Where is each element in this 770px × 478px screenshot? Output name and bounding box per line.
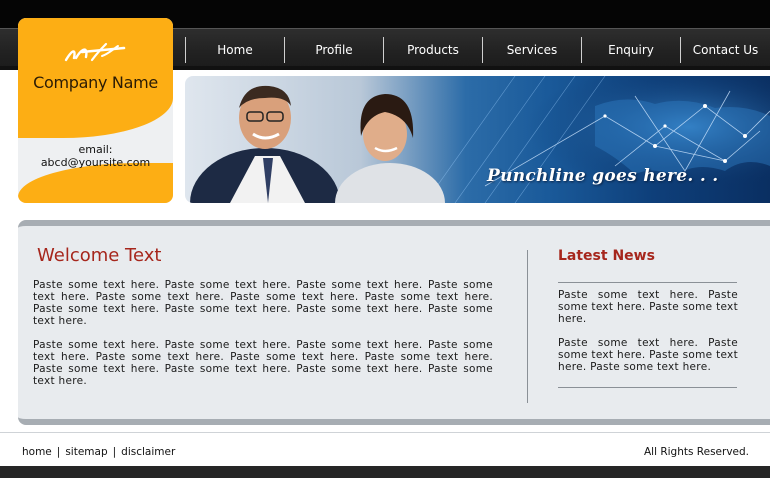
email-address[interactable]: abcd@yoursite.com (18, 156, 173, 169)
welcome-paragraph-1: Paste some text here. Paste some text he… (33, 279, 493, 327)
news-item: Paste some text here. Paste some text he… (558, 337, 738, 373)
nav-item-contact-us[interactable]: Contact Us (680, 37, 770, 63)
footer-link-home[interactable]: home (22, 446, 52, 458)
footer-separator: | (112, 446, 117, 458)
nav-item-products[interactable]: Products (383, 37, 482, 63)
news-divider-top (558, 282, 737, 283)
footer-link-disclaimer[interactable]: disclaimer (121, 446, 175, 458)
welcome-title: Welcome Text (37, 245, 162, 266)
banner-punchline: Punchline goes here. . . (487, 166, 719, 186)
copyright-text: All Rights Reserved. (643, 446, 749, 458)
footer-separator: | (56, 446, 61, 458)
footer-link-sitemap[interactable]: sitemap (65, 446, 107, 458)
nav-item-enquiry[interactable]: Enquiry (581, 37, 680, 63)
logo-card: Company Name email: abcd@yoursite.com (18, 18, 173, 203)
news-item: Paste some text here. Paste some text he… (558, 289, 738, 325)
main-nav: Home Profile Products Services Enquiry C… (185, 37, 770, 63)
column-divider (527, 250, 528, 403)
bottom-strip (0, 466, 770, 478)
footer-links: home | sitemap | disclaimer (22, 446, 175, 458)
nav-item-home[interactable]: Home (185, 37, 284, 63)
company-name: Company Name (33, 73, 158, 92)
news-title: Latest News (558, 248, 655, 264)
welcome-paragraph-2: Paste some text here. Paste some text he… (33, 339, 493, 387)
logo-bottom-swoosh (18, 163, 173, 203)
nav-item-services[interactable]: Services (482, 37, 581, 63)
nav-item-profile[interactable]: Profile (284, 37, 383, 63)
logo-mark-icon[interactable] (62, 40, 132, 68)
hero-banner: Punchline goes here. . . (185, 76, 770, 203)
footer-divider (0, 432, 770, 433)
email-label: email: (78, 143, 113, 156)
news-divider-bottom (558, 387, 737, 388)
